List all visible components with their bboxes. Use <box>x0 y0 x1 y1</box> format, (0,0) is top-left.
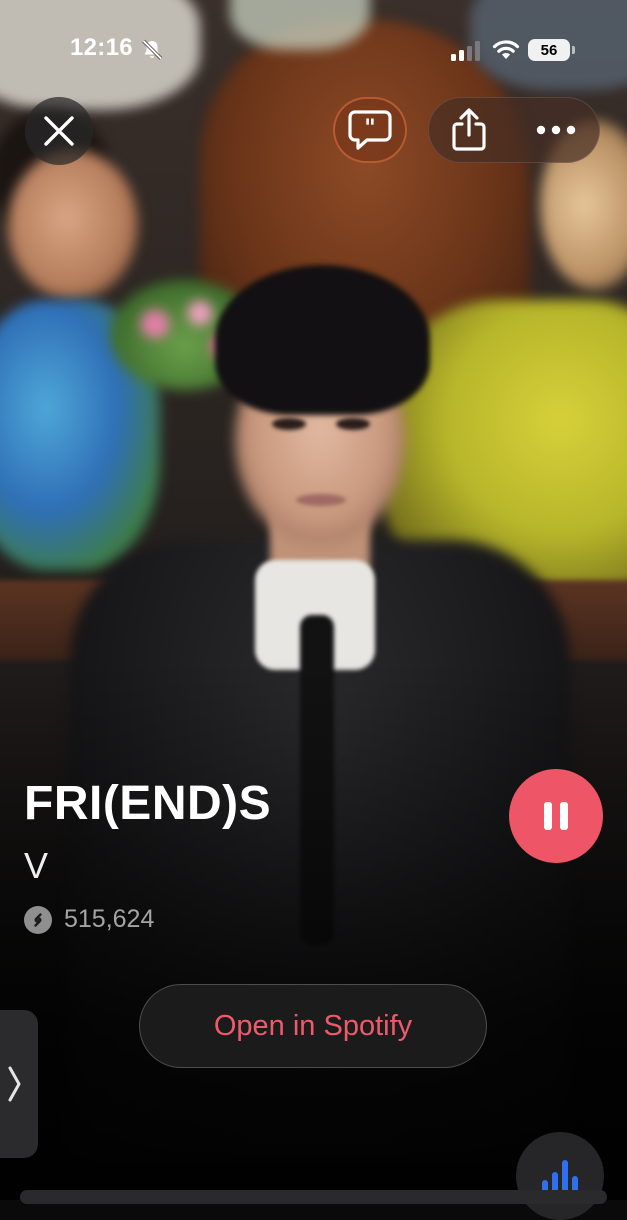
svg-text:": " <box>364 115 375 141</box>
status-bar: 12:16 56 <box>0 0 627 100</box>
track-artist[interactable]: V <box>24 845 48 887</box>
pause-icon <box>544 802 568 830</box>
battery-tip <box>572 46 575 54</box>
close-icon <box>44 116 74 146</box>
close-button[interactable] <box>25 97 93 165</box>
quote-bubble-icon: " <box>348 110 392 150</box>
bell-slash-icon <box>142 39 163 60</box>
wifi-icon <box>492 40 520 59</box>
equalizer-button[interactable] <box>516 1132 604 1220</box>
pause-button[interactable] <box>509 769 603 863</box>
chevron-right-icon <box>8 1066 21 1102</box>
more-options-button[interactable] <box>515 97 597 163</box>
share-button[interactable] <box>428 97 510 163</box>
shazam-icon <box>24 906 52 934</box>
shazam-count: 515,624 <box>64 905 155 933</box>
bottom-sheet-handle[interactable] <box>20 1190 607 1204</box>
battery-level: 56 <box>540 41 558 59</box>
side-drawer-tab[interactable] <box>0 1010 38 1158</box>
more-icon <box>536 125 576 135</box>
track-title: FRI(END)S <box>24 777 272 830</box>
battery-icon: 56 <box>528 39 570 61</box>
open-in-spotify-button[interactable]: Open in Spotify <box>139 984 487 1068</box>
cellular-signal-icon <box>451 41 480 61</box>
status-time: 12:16 <box>70 34 133 61</box>
open-in-spotify-label: Open in Spotify <box>213 1009 413 1042</box>
share-icon <box>452 108 486 151</box>
lyrics-button[interactable]: " <box>333 97 407 163</box>
